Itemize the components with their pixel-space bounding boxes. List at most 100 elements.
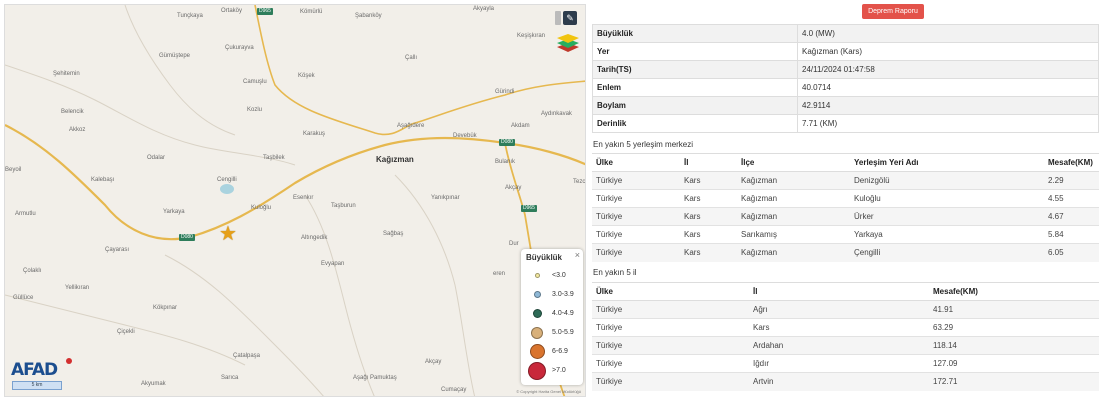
table-cell: Türkiye xyxy=(592,318,749,337)
table-cell: Kars xyxy=(680,189,737,208)
table-cell: 5.84 xyxy=(1044,225,1099,244)
table-cell: Kars xyxy=(680,207,737,226)
table-cell: Kars xyxy=(680,243,737,262)
map-place-label: Aşağıdere xyxy=(397,123,425,129)
map-place-label: Evyapan xyxy=(321,261,345,267)
table-cell: Kağızman xyxy=(737,207,850,226)
map-place-label: Akçay xyxy=(505,185,522,191)
afad-logo: AFAD xyxy=(11,360,58,380)
legend-item: 4.0-4.9 xyxy=(526,304,578,323)
earthquake-details-panel: Deprem Raporu Büyüklük 4.0 (MW) Yer Kağızma… xyxy=(592,0,1099,410)
map-place-label: Yellikıran xyxy=(65,285,90,291)
map-place-label: Şabanköy xyxy=(355,13,382,19)
map-place-label: Odalar xyxy=(147,155,166,161)
map-place-label: Köşek xyxy=(298,73,315,79)
magnitude-circle-icon xyxy=(534,273,540,278)
map-place-label: Yanıkpınar xyxy=(431,195,460,201)
map-place-label: eren xyxy=(493,271,506,277)
legend-label: >7.0 xyxy=(552,367,566,374)
road-shield: D965 xyxy=(257,8,273,15)
legend-label: <3.0 xyxy=(552,272,566,279)
info-value: 24/11/2024 01:47:58 xyxy=(797,60,1099,79)
table-cell: 172.71 xyxy=(929,372,1099,391)
table-cell: 2.29 xyxy=(1044,171,1099,190)
legend-item: 3.0-3.9 xyxy=(526,285,578,304)
table-cell: Türkiye xyxy=(592,372,749,391)
map-place-label: Bulanık xyxy=(495,159,516,165)
table-cell: Kağızman xyxy=(737,189,850,208)
road-shield: D965 xyxy=(521,205,537,212)
table-cell: 127.09 xyxy=(929,354,1099,373)
legend-label: 6-6.9 xyxy=(552,348,568,355)
map-roads xyxy=(5,5,585,396)
table-cell: Türkiye xyxy=(592,336,749,355)
table-cell: Türkiye xyxy=(592,207,680,226)
map-place-label: Sağbaş xyxy=(383,231,404,237)
map-place-label: Gümüştepe xyxy=(159,53,191,59)
map-place-label: Akkoz xyxy=(69,127,86,133)
layers-icon[interactable] xyxy=(557,31,579,53)
epicenter-star-icon[interactable]: ★ xyxy=(219,224,237,244)
column-header: Ülke xyxy=(592,282,749,301)
road-shield: D080 xyxy=(179,234,195,241)
magnitude-circle-icon xyxy=(529,344,545,359)
close-icon[interactable]: × xyxy=(575,250,580,260)
info-value: 40.0714 xyxy=(797,78,1099,97)
map-toggle-button[interactable] xyxy=(555,11,561,25)
map-place-label: Çukurayva xyxy=(225,45,254,51)
legend-label: 3.0-3.9 xyxy=(552,291,574,298)
map-place-label: Esenkır xyxy=(293,195,314,201)
legend-items: <3.0 3.0-3.9 4.0-4.9 5.0-5.9 6-6.9 >7.0 xyxy=(526,266,578,380)
map-place-label: Beyoil xyxy=(5,167,22,173)
table-cell: Türkiye xyxy=(592,354,749,373)
table-cell: 118.14 xyxy=(929,336,1099,355)
map-place-label: Cumaçay xyxy=(441,387,467,393)
map-place-label: Camuşlu xyxy=(243,79,267,85)
table-cell: Denizgölü xyxy=(850,171,1044,190)
map-place-label: Akdam xyxy=(511,123,530,129)
map-place-label: Karakuş xyxy=(303,131,326,137)
info-key: Büyüklük xyxy=(592,24,798,43)
table-cell: 41.91 xyxy=(929,300,1099,319)
column-header: Ülke xyxy=(592,153,680,172)
map-place-label: Devebük xyxy=(453,133,477,139)
earthquake-report-button[interactable]: Deprem Raporu xyxy=(862,4,924,19)
nearest-provinces-title: En yakın 5 il xyxy=(593,268,637,277)
map-place-label: Taşburun xyxy=(331,203,356,209)
table-cell: 63.29 xyxy=(929,318,1099,337)
edit-pencil-icon[interactable]: ✎ xyxy=(563,11,577,25)
info-value: 42.9114 xyxy=(797,96,1099,115)
table-row: Türkiye Ardahan 118.14 xyxy=(592,336,1099,355)
info-row: Enlem 40.0714 xyxy=(592,78,1099,97)
table-cell: Ağrı xyxy=(749,300,929,319)
map-place-label: Akyayla xyxy=(473,6,495,12)
table-cell: Yarkaya xyxy=(850,225,1044,244)
legend-item: 5.0-5.9 xyxy=(526,323,578,342)
earthquake-map[interactable]: Tunçkaya Ortaköy Kömürlü Şabanköy Akyayl… xyxy=(4,4,586,397)
column-header: Mesafe(KM) xyxy=(1044,153,1099,172)
map-place-label: Dur xyxy=(509,241,519,247)
map-place-label: Akyumak xyxy=(141,381,166,387)
table-cell: Kars xyxy=(749,318,929,337)
map-place-label: Kozlu xyxy=(247,107,263,113)
table-cell: Türkiye xyxy=(592,189,680,208)
table-cell: Sarıkamış xyxy=(737,225,850,244)
map-place-label: Akçay xyxy=(425,359,442,365)
info-value: 4.0 (MW) xyxy=(797,24,1099,43)
map-place-label: Aşağı Pamuktaş xyxy=(353,375,397,381)
table-cell: Türkiye xyxy=(592,243,680,262)
table-cell: Türkiye xyxy=(592,300,749,319)
info-value: 7.71 (KM) xyxy=(797,114,1099,133)
map-place-label: Çiçekli xyxy=(117,329,135,335)
map-place-label: Tunçkaya xyxy=(177,13,203,19)
map-place-label: Çolaklı xyxy=(23,268,42,274)
table-row: Türkiye Kars 63.29 xyxy=(592,318,1099,337)
table-row: Türkiye Kars Kağızman Çengilli 6.05 xyxy=(592,243,1099,262)
magnitude-circle-icon xyxy=(533,291,541,298)
table-row: Türkiye Kars Sarıkamış Yarkaya 5.84 xyxy=(592,225,1099,244)
column-header: Mesafe(KM) xyxy=(929,282,1099,301)
table-cell: Çengilli xyxy=(850,243,1044,262)
info-key: Tarih(TS) xyxy=(592,60,798,79)
table-row: Türkiye Kars Kağızman Denizgölü 2.29 xyxy=(592,171,1099,190)
magnitude-circle-icon xyxy=(531,326,543,339)
